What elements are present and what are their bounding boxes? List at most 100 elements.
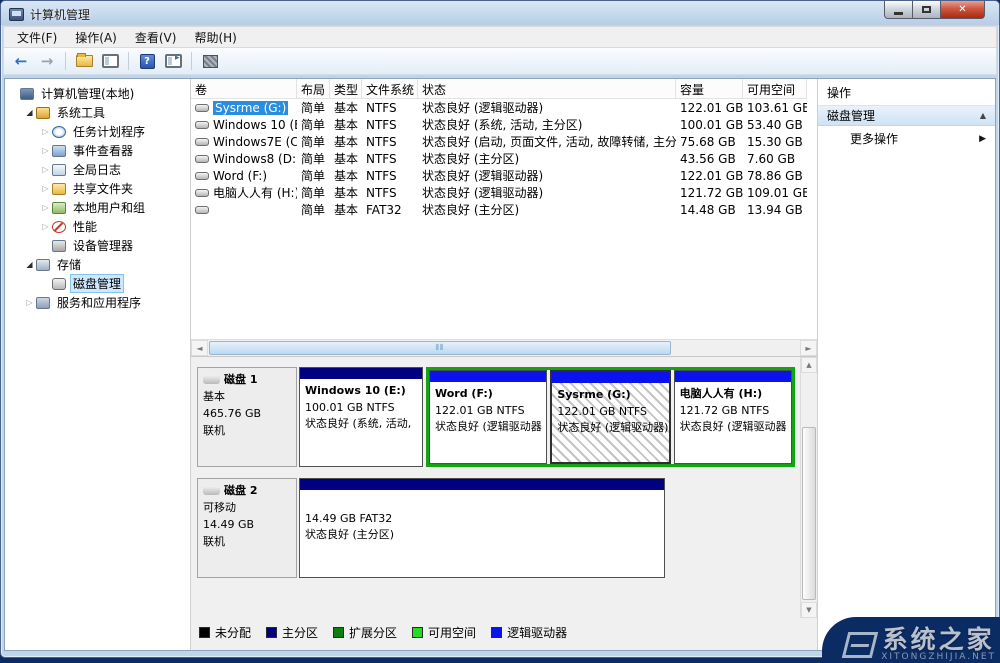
tree-item-disk-management[interactable]: 磁盘管理	[5, 274, 190, 293]
close-button[interactable]: ✕	[940, 1, 985, 19]
partition-status: 状态良好 (主分区)	[305, 527, 659, 544]
partition-text: Word (F:)122.01 GB NTFS状态良好 (逻辑驱动器	[430, 382, 546, 463]
legend-label: 逻辑驱动器	[507, 624, 567, 641]
partition-status: 状态良好 (逻辑驱动器	[435, 419, 541, 436]
column-header-1[interactable]: 布局	[297, 79, 330, 99]
volume-row[interactable]: Windows7E (C:)简单基本NTFS状态良好 (启动, 页面文件, 活动…	[191, 133, 817, 150]
legend-label: 扩展分区	[349, 624, 397, 641]
console-window-icon[interactable]	[99, 51, 121, 71]
tree-item-label: 服务和应用程序	[54, 293, 144, 312]
tree-item-local-users[interactable]: ▷本地用户和组	[5, 198, 190, 217]
volume-row[interactable]: Windows 10 (E:)简单基本NTFS状态良好 (系统, 活动, 主分区…	[191, 116, 817, 133]
tree-item-label: 任务计划程序	[70, 122, 148, 141]
expander-closed-icon[interactable]: ▷	[40, 184, 51, 193]
more-actions-item[interactable]: 更多操作 ▶	[818, 126, 995, 151]
help-icon[interactable]: ?	[136, 51, 158, 71]
tree-item-label: 计算机管理(本地)	[38, 84, 137, 103]
tree-item-task-scheduler[interactable]: ▷ 任务计划程序	[5, 122, 190, 141]
tree-item-device-manager[interactable]: 设备管理器	[5, 236, 190, 255]
expander-closed-icon[interactable]: ▷	[24, 298, 35, 307]
tree-item-services[interactable]: ▷ 服务和应用程序	[5, 293, 190, 312]
menu-item-view[interactable]: 查看(V)	[126, 27, 186, 48]
menu-item-help[interactable]: 帮助(H)	[185, 27, 245, 48]
volume-list-pane: 卷布局类型文件系统状态容量可用空间 Sysrme (G:)简单基本NTFS状态良…	[191, 79, 817, 356]
forward-icon[interactable]: →	[36, 51, 58, 71]
column-header-3[interactable]: 文件系统	[362, 79, 418, 99]
tree-item-event-viewer[interactable]: ▷事件查看器	[5, 141, 190, 160]
scroll-left-arrow[interactable]: ◄	[191, 340, 208, 356]
partition-block[interactable]: 14.49 GB FAT32状态良好 (主分区)	[299, 478, 665, 578]
menu-item-file[interactable]: 文件(F)	[8, 27, 66, 48]
partition-color-bar	[675, 371, 791, 382]
tree-item-shared-folders[interactable]: ▷共享文件夹	[5, 179, 190, 198]
column-header-5[interactable]: 容量	[676, 79, 743, 99]
back-icon[interactable]: ←	[10, 51, 32, 71]
volume-cell: 简单	[297, 201, 330, 218]
collapse-icon[interactable]: ▲	[980, 111, 986, 120]
event-viewer-icon	[52, 145, 66, 157]
partition-block[interactable]: Word (F:)122.01 GB NTFS状态良好 (逻辑驱动器	[429, 370, 547, 464]
main-content: 计算机管理(本地)◢系统工具 ▷ 任务计划程序▷事件查看器▷全局日志▷共享文件夹▷本…	[4, 78, 996, 651]
column-header-4[interactable]: 状态	[418, 79, 676, 99]
volume-cell: 简单	[297, 184, 330, 201]
disk-info-box[interactable]: 磁盘 1基本465.76 GB联机	[197, 367, 297, 467]
expander-closed-icon[interactable]: ▷	[40, 165, 51, 174]
disk-partitions: 14.49 GB FAT32状态良好 (主分区)	[299, 478, 795, 578]
disk-partitions: Windows 10 (E:)100.01 GB NTFS状态良好 (系统, 活…	[299, 367, 795, 467]
computer-management-window: 计算机管理 ✕ 文件(F)操作(A)查看(V)帮助(H) ←→? 计算机管理(本…	[0, 0, 1000, 658]
action-pane-icon[interactable]	[162, 51, 184, 71]
volume-cell: 103.61 GB	[743, 101, 807, 115]
tree-item-global-log[interactable]: ▷全局日志	[5, 160, 190, 179]
actions-section-disk-management[interactable]: 磁盘管理 ▲	[818, 106, 995, 126]
vertical-scroll-thumb[interactable]	[802, 427, 816, 600]
volume-row[interactable]: Sysrme (G:)简单基本NTFS状态良好 (逻辑驱动器)122.01 GB…	[191, 99, 817, 116]
legend-color-swatch	[199, 627, 210, 638]
disk-info-box[interactable]: 磁盘 2可移动14.49 GB联机	[197, 478, 297, 578]
volume-icon	[195, 172, 209, 180]
partition-block[interactable]: Windows 10 (E:)100.01 GB NTFS状态良好 (系统, 活…	[299, 367, 423, 467]
vertical-scrollbar[interactable]: ▲ ▼	[800, 357, 817, 618]
partition-block[interactable]: Sysrme (G:)122.01 GB NTFS状态良好 (逻辑驱动器)	[550, 370, 670, 464]
volume-table-header: 卷布局类型文件系统状态容量可用空间	[191, 79, 817, 99]
partition-color-bar	[430, 371, 546, 382]
scroll-right-arrow[interactable]: ►	[800, 340, 817, 356]
expander-closed-icon[interactable]: ▷	[40, 222, 51, 231]
tree-item-label: 存储	[54, 255, 84, 274]
volume-row[interactable]: 简单基本FAT32状态良好 (主分区)14.48 GB13.94 GB	[191, 201, 817, 218]
column-header-2[interactable]: 类型	[330, 79, 362, 99]
tree-item-system-tools[interactable]: ◢系统工具	[5, 103, 190, 122]
tree-item-label: 性能	[70, 217, 100, 236]
expander-open-icon[interactable]: ◢	[24, 108, 35, 117]
tree-item-computer[interactable]: 计算机管理(本地)	[5, 84, 190, 103]
expander-closed-icon[interactable]: ▷	[40, 127, 51, 136]
menu-item-action[interactable]: 操作(A)	[66, 27, 126, 48]
column-header-0[interactable]: 卷	[191, 79, 297, 99]
column-header-6[interactable]: 可用空间	[743, 79, 807, 99]
tree-item-performance[interactable]: ▷ 性能	[5, 217, 190, 236]
horizontal-scrollbar[interactable]: ◄ ⦀⦀ ►	[191, 339, 817, 356]
snap-in-icon[interactable]	[199, 51, 221, 71]
minimize-button[interactable]	[884, 1, 913, 19]
title-bar[interactable]: 计算机管理 ✕	[1, 1, 999, 25]
volume-icon	[195, 206, 209, 214]
horizontal-scroll-thumb[interactable]: ⦀⦀	[209, 341, 671, 355]
scroll-up-arrow[interactable]: ▲	[801, 357, 817, 373]
volume-cell: 14.48 GB	[676, 203, 743, 217]
disk-management-icon	[52, 278, 66, 290]
partition-block[interactable]: 电脑人人有 (H:)121.72 GB NTFS状态良好 (逻辑驱动器	[674, 370, 792, 464]
maximize-button[interactable]	[913, 1, 940, 19]
tree-item-storage[interactable]: ◢ 存储	[5, 255, 190, 274]
volume-row[interactable]: Word (F:)简单基本NTFS状态良好 (逻辑驱动器)122.01 GB78…	[191, 167, 817, 184]
expander-open-icon[interactable]: ◢	[24, 260, 35, 269]
scroll-down-arrow[interactable]: ▼	[801, 602, 817, 618]
volume-row[interactable]: Windows8 (D:)简单基本NTFS状态良好 (主分区)43.56 GB7…	[191, 150, 817, 167]
volume-cell: 简单	[297, 99, 330, 116]
expander-closed-icon[interactable]: ▷	[40, 146, 51, 155]
volume-name-cell: 电脑人人有 (H:)	[191, 184, 297, 201]
expander-closed-icon[interactable]: ▷	[40, 203, 51, 212]
more-actions-label: 更多操作	[850, 130, 898, 147]
volume-row[interactable]: 电脑人人有 (H:)简单基本NTFS状态良好 (逻辑驱动器)121.72 GB1…	[191, 184, 817, 201]
legend-color-swatch	[491, 627, 502, 638]
horizontal-scroll-track[interactable]: ⦀⦀	[208, 340, 800, 356]
up-folder-icon[interactable]	[73, 51, 95, 71]
